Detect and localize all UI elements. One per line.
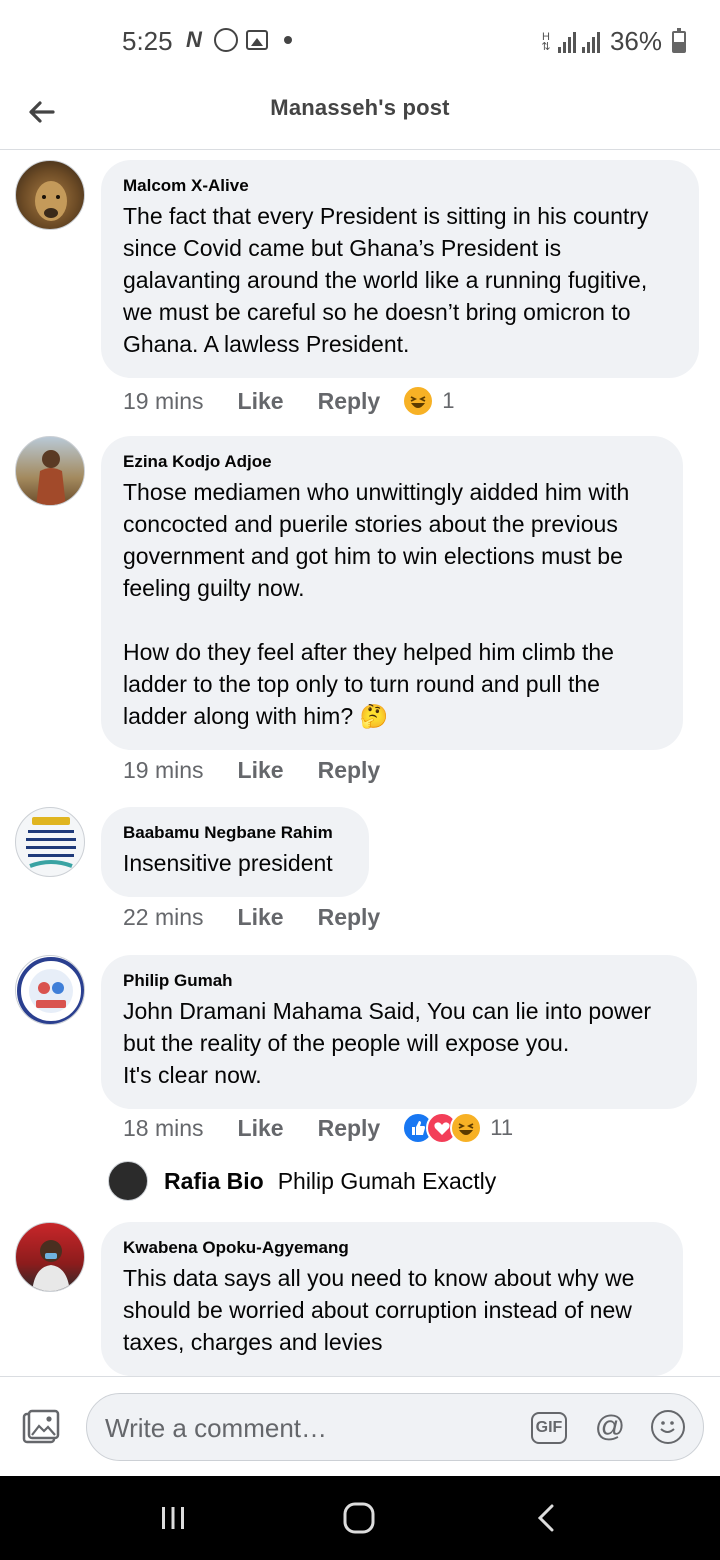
- comment-time: 18 mins: [123, 1114, 204, 1141]
- comment-author[interactable]: Baabamu Negbane Rahim: [123, 823, 347, 843]
- person-avatar-image: [32, 1240, 70, 1291]
- n-app-icon: N: [186, 27, 202, 52]
- comment-time: 22 mins: [123, 904, 204, 930]
- reaction-count: 1: [442, 388, 455, 413]
- reply-button[interactable]: Reply: [318, 388, 381, 415]
- battery-icon: [672, 27, 686, 53]
- signal-icon: [557, 31, 576, 53]
- battery-percent: 36%: [609, 26, 662, 56]
- system-nav-bar: [0, 1476, 720, 1560]
- home-icon: [343, 1502, 375, 1534]
- comment-composer: GIF @: [0, 1376, 720, 1476]
- gallery-icon: [246, 30, 268, 50]
- comment-input[interactable]: [105, 1408, 505, 1448]
- comment-text: The fact that every President is sitting…: [123, 203, 649, 357]
- notification-icons: N: [182, 27, 292, 53]
- comment-author[interactable]: Malcom X-Alive: [123, 176, 677, 196]
- like-button[interactable]: Like: [238, 757, 284, 784]
- comment-bubble[interactable]: Kwabena Opoku-Agyemang This data says al…: [101, 1222, 683, 1376]
- quote-avatar-image: [26, 817, 76, 868]
- back-nav-button[interactable]: [522, 1498, 572, 1538]
- haha-reaction-icon: [402, 385, 435, 417]
- comment-actions: 19 mins Like Reply: [123, 757, 414, 784]
- avatar[interactable]: [108, 1161, 148, 1201]
- comment-author[interactable]: Ezina Kodjo Adjoe: [123, 452, 661, 472]
- avatar[interactable]: [15, 807, 85, 877]
- ministry-logo-avatar-image: [17, 957, 84, 1024]
- post-header: Manasseh's post: [0, 80, 720, 150]
- chevron-left-icon: [537, 1504, 554, 1532]
- smiley-icon: [660, 1421, 675, 1433]
- comment-actions: 19 mins Like Reply 1: [123, 385, 454, 417]
- sticker-button[interactable]: [651, 1410, 685, 1444]
- network-type-icon: H ⇅: [541, 30, 551, 53]
- comment-time: 19 mins: [123, 757, 204, 783]
- comment-bubble[interactable]: Philip Gumah John Dramani Mahama Said, Y…: [101, 955, 697, 1109]
- whatsapp-icon: [214, 28, 238, 52]
- comment-actions: 18 mins Like Reply 11: [123, 1112, 513, 1144]
- reaction-summary[interactable]: 11: [402, 1112, 513, 1144]
- more-notifications-dot-icon: [284, 36, 292, 44]
- comment-text: Insensitive president: [123, 850, 333, 876]
- recent-apps-button[interactable]: [148, 1498, 198, 1538]
- reply-text: Philip Gumah Exactly: [277, 1167, 497, 1194]
- recent-apps-icon: [162, 1507, 184, 1529]
- reaction-summary[interactable]: 1: [402, 385, 454, 417]
- comment-actions: 22 mins Like Reply: [123, 904, 414, 931]
- home-button[interactable]: [334, 1498, 384, 1538]
- mention-button[interactable]: @: [591, 1408, 629, 1446]
- comment-input-box[interactable]: GIF @: [86, 1393, 704, 1461]
- lion-avatar-image: [35, 181, 67, 221]
- comment-author[interactable]: Philip Gumah: [123, 971, 675, 991]
- comment-text: Those mediamen who unwittingly aidded hi…: [123, 479, 630, 729]
- reply-button[interactable]: Reply: [318, 904, 381, 931]
- system-icons: H ⇅ 36%: [540, 26, 686, 57]
- avatar[interactable]: [15, 436, 85, 506]
- page-title: Manasseh's post: [270, 95, 450, 120]
- photo-icon: [22, 1409, 60, 1444]
- reaction-count: 11: [490, 1115, 514, 1140]
- signal-2-icon: [581, 31, 600, 53]
- gif-button[interactable]: GIF: [531, 1412, 567, 1444]
- reply-preview[interactable]: Rafia Bio Philip Gumah Exactly: [108, 1161, 496, 1201]
- avatar[interactable]: [15, 160, 85, 230]
- avatar[interactable]: [15, 1222, 85, 1292]
- comment-bubble[interactable]: Ezina Kodjo Adjoe Those mediamen who unw…: [101, 436, 683, 750]
- haha-reaction-icon: [450, 1112, 483, 1144]
- status-bar: 5:25 N H ⇅ 36%: [0, 0, 720, 80]
- like-button[interactable]: Like: [238, 1115, 284, 1142]
- comment-text: This data says all you need to know abou…: [123, 1265, 635, 1355]
- status-time: 5:25: [122, 26, 173, 56]
- reply-button[interactable]: Reply: [318, 757, 381, 784]
- comment-time: 19 mins: [123, 387, 204, 414]
- reply-button[interactable]: Reply: [318, 1115, 381, 1142]
- at-sign-icon: @: [594, 1410, 626, 1443]
- comment-text: John Dramani Mahama Said, You can lie in…: [123, 998, 652, 1088]
- comment-list[interactable]: Malcom X-Alive The fact that every Presi…: [0, 151, 720, 1376]
- photo-button[interactable]: [22, 1409, 60, 1445]
- avatar[interactable]: [15, 955, 85, 1025]
- comment-author[interactable]: Kwabena Opoku-Agyemang: [123, 1238, 661, 1258]
- like-button[interactable]: Like: [238, 904, 284, 931]
- like-button[interactable]: Like: [238, 388, 284, 415]
- person-avatar-image: [36, 450, 66, 505]
- comment-bubble[interactable]: Malcom X-Alive The fact that every Presi…: [101, 160, 699, 378]
- reply-author[interactable]: Rafia Bio: [164, 1168, 264, 1195]
- comment-bubble[interactable]: Baabamu Negbane Rahim Insensitive presid…: [101, 807, 369, 897]
